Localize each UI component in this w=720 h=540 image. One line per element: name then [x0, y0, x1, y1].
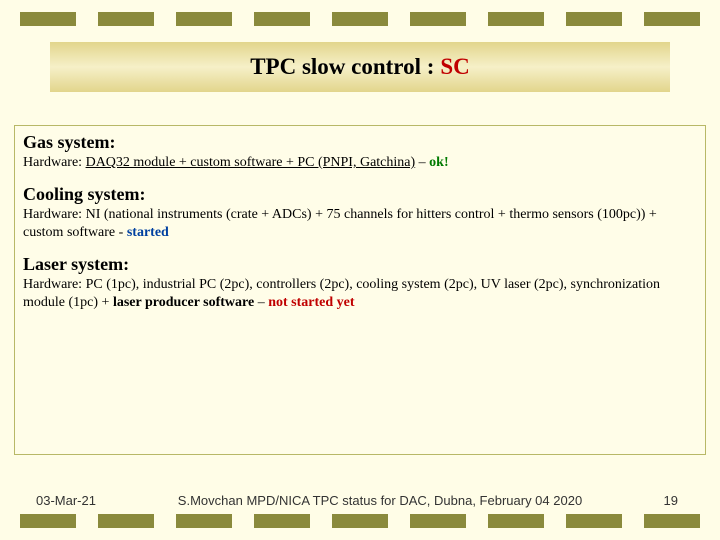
section-cooling-title: Cooling system: [23, 184, 697, 205]
cooling-hw-label: Hardware: [23, 207, 82, 222]
footer-date: 03-Mar-21 [0, 493, 120, 508]
footer-caption: S.Movchan MPD/NICA TPC status for DAC, D… [120, 493, 640, 508]
title-prefix: TPC slow control : [250, 54, 434, 80]
gas-hw-label: Hardware: [23, 155, 82, 170]
laser-hw-label: Hardware: [23, 277, 82, 292]
section-laser-body: Hardware: PC (1pc), industrial PC (2pc),… [23, 276, 697, 312]
footer-pagenum: 19 [640, 493, 720, 508]
decor-top-rail [0, 12, 720, 26]
content-box: Gas system: Hardware: DAQ32 module + cus… [14, 125, 706, 455]
laser-producer: laser producer software [113, 295, 254, 310]
cooling-dash: - [119, 225, 127, 240]
slide-footer: 03-Mar-21 S.Movchan MPD/NICA TPC status … [0, 493, 720, 508]
gas-status: ok! [429, 155, 448, 170]
cooling-status: started [127, 225, 169, 240]
decor-bottom-rail [0, 514, 720, 528]
gas-hw-text: DAQ32 module + custom software + PC (PNP… [86, 155, 416, 170]
title-suffix: SC [440, 54, 469, 80]
section-gas-title: Gas system: [23, 132, 697, 153]
slide-title: TPC slow control : SC [50, 42, 670, 92]
section-gas-body: Hardware: DAQ32 module + custom software… [23, 154, 697, 172]
gas-dash: – [419, 155, 430, 170]
section-cooling-body: Hardware: NI (national instruments (crat… [23, 206, 697, 242]
laser-dash: – [258, 295, 269, 310]
laser-status: not started yet [268, 295, 354, 310]
section-laser-title: Laser system: [23, 254, 697, 275]
